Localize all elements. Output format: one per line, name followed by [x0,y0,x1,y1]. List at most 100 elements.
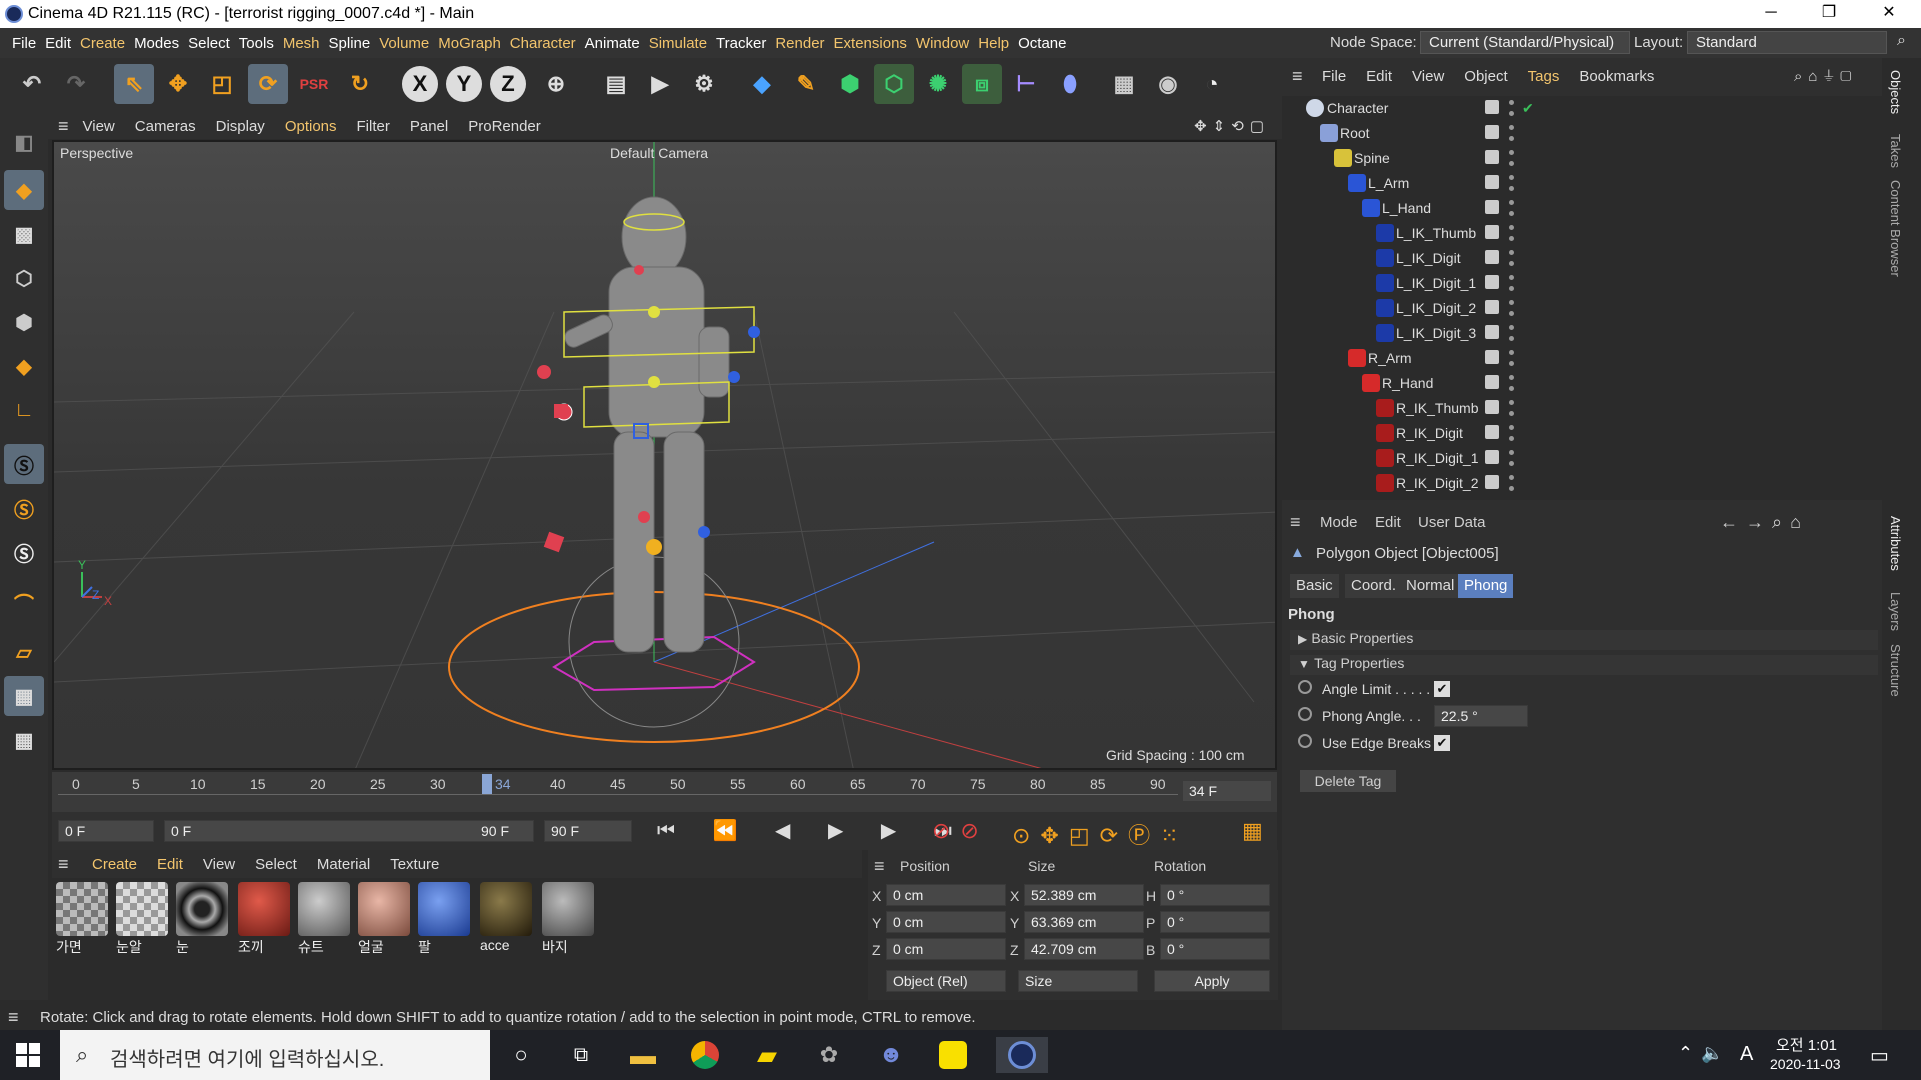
recent-tool-icon[interactable]: PSR [294,64,334,104]
timeline-window-icon[interactable]: ▦ [1242,818,1263,844]
menu-volume[interactable]: Volume [379,35,438,52]
material-item[interactable]: 팔 [418,882,474,962]
menu-mesh[interactable]: Mesh [283,35,329,52]
tree-row[interactable]: R_IK_Digit [1282,421,1882,446]
frame-range-slider[interactable]: 0 F 90 F [164,820,534,842]
attr-menu-mode[interactable]: Mode [1320,514,1358,531]
transform-icon[interactable]: ↻ [340,64,380,104]
menu-window[interactable]: Window [916,35,978,52]
edit-tag-icon[interactable] [1485,100,1499,114]
planar-workplane-icon[interactable]: ▦ [4,720,44,760]
visibility-dots[interactable] [1509,300,1514,316]
object-menu-file[interactable]: File [1322,68,1346,85]
edit-tag-icon[interactable] [1485,325,1499,339]
material-menu-select[interactable]: Select [255,856,297,873]
side-tab-objects[interactable]: Objects [1888,70,1903,114]
camera-label[interactable]: Default Camera [610,145,708,161]
cube-icon[interactable]: ◆ [742,64,782,104]
attr-menu-edit[interactable]: Edit [1375,514,1401,531]
cloner-icon[interactable]: ✺ [918,64,958,104]
edit-tag-icon[interactable] [1485,275,1499,289]
side-tab-content-browser[interactable]: Content Browser [1888,180,1903,277]
tree-row-r-arm[interactable]: R_Arm [1282,346,1882,371]
transport-controls[interactable]: ⏮ ⏪ ◀ ▶ ▶ ⏭ [657,818,968,843]
edit-tag-icon[interactable] [1485,450,1499,464]
tree-row[interactable]: L_IK_Digit_1 [1282,271,1882,296]
redo-icon[interactable]: ↷ [56,64,96,104]
tree-row[interactable]: L_IK_Digit_2 [1282,296,1882,321]
object-menu-edit[interactable]: Edit [1366,68,1392,85]
delete-tag-button[interactable]: Delete Tag [1300,770,1396,792]
start-frame-field[interactable]: 0 F [58,820,154,842]
menu-render[interactable]: Render [775,35,833,52]
render-settings-icon[interactable]: ⚙ [684,64,724,104]
material-item[interactable]: acce [480,882,536,962]
angle-limit-checkbox[interactable]: ✔ [1434,681,1450,697]
object-menu-view[interactable]: View [1412,68,1444,85]
menu-extensions[interactable]: Extensions [834,35,916,52]
z-axis-lock-icon[interactable]: Z [490,66,526,102]
menu-help[interactable]: Help [978,35,1018,52]
3d-viewport[interactable]: Perspective Default Camera Grid Spacing … [52,140,1277,770]
rotation-b-field[interactable]: 0 ° [1160,938,1270,960]
tree-row[interactable]: L_IK_Thumb [1282,221,1882,246]
menu-octane[interactable]: Octane [1018,35,1075,52]
live-selection-icon[interactable]: ⇖ [114,64,154,104]
search-icon[interactable]: ⌕ [1897,32,1906,50]
mograph-cloner-icon[interactable]: ⧈ [962,64,1002,104]
position-z-field[interactable]: 0 cm [886,938,1006,960]
viewport-menu-display[interactable]: Display [216,118,265,135]
app-icon[interactable]: ✿ [810,1037,848,1073]
material-item[interactable]: 바지 [542,882,598,962]
material-menu-view[interactable]: View [203,856,235,873]
make-editable-icon[interactable]: ◧ [4,122,44,162]
tab-phong[interactable]: Phong [1458,574,1514,598]
polygon-mode-icon[interactable]: ◆ [4,346,44,386]
visibility-dots[interactable] [1509,475,1514,491]
material-item[interactable]: 슈트 [298,882,354,962]
menu-spline[interactable]: Spline [329,35,380,52]
menu-modes[interactable]: Modes [134,35,188,52]
timeline-ruler[interactable]: 0 5 10 15 20 25 30 34 40 45 50 55 60 65 … [52,772,1277,812]
tree-row[interactable]: R_IK_Digit_1 [1282,446,1882,471]
hamburger-icon[interactable]: ≡ [1292,66,1303,87]
current-frame-field[interactable]: 34 F [1182,780,1272,802]
visibility-dots[interactable] [1509,350,1514,366]
menu-tracker[interactable]: Tracker [716,35,775,52]
pen-icon[interactable]: ✎ [786,64,826,104]
chrome-icon[interactable] [686,1037,724,1073]
point-mode-icon[interactable]: ⬡ [4,258,44,298]
menu-select[interactable]: Select [188,35,239,52]
taskbar-search[interactable]: ⌕ 검색하려면 여기에 입력하십시오. [60,1030,490,1080]
discord-icon[interactable]: ☻ [872,1037,910,1073]
material-item[interactable]: 눈 [176,882,232,962]
rotation-h-field[interactable]: 0 ° [1160,884,1270,906]
workplane-snap-icon[interactable]: Ⓢ [4,532,44,572]
edit-tag-icon[interactable] [1485,225,1499,239]
side-tab-takes[interactable]: Takes [1888,134,1903,168]
attr-nav-icons[interactable]: ←→⌕⌂ [1720,512,1809,533]
enabled-check-icon[interactable]: ✔ [1522,100,1534,117]
undo-icon[interactable]: ↶ [12,64,52,104]
hamburger-icon[interactable]: ≡ [874,856,885,877]
material-menu-material[interactable]: Material [317,856,370,873]
material-menu-edit[interactable]: Edit [157,856,183,873]
axis-mode-icon[interactable]: ∟ [4,390,44,430]
sticky-notes-icon[interactable]: ▰ [748,1037,786,1073]
node-space-dropdown[interactable]: Current (Standard/Physical) [1420,31,1630,54]
edit-tag-icon[interactable] [1485,200,1499,214]
visibility-dots[interactable] [1509,125,1514,141]
tab-basic[interactable]: Basic [1290,574,1339,598]
subdivision-icon[interactable]: ⬢ [830,64,870,104]
visibility-dots[interactable] [1509,375,1514,391]
visibility-dots[interactable] [1509,175,1514,191]
tree-row-spine[interactable]: Spine [1282,146,1882,171]
menu-character[interactable]: Character [510,35,585,52]
material-menu-texture[interactable]: Texture [390,856,439,873]
clock-date[interactable]: 2020-11-03 [1770,1056,1841,1072]
rotate-icon[interactable]: ⟳ [248,64,288,104]
visibility-dots[interactable] [1509,325,1514,341]
side-tab-attributes[interactable]: Attributes [1888,516,1903,571]
hamburger-icon[interactable]: ≡ [1290,512,1301,533]
size-y-field[interactable]: 63.369 cm [1024,911,1144,933]
